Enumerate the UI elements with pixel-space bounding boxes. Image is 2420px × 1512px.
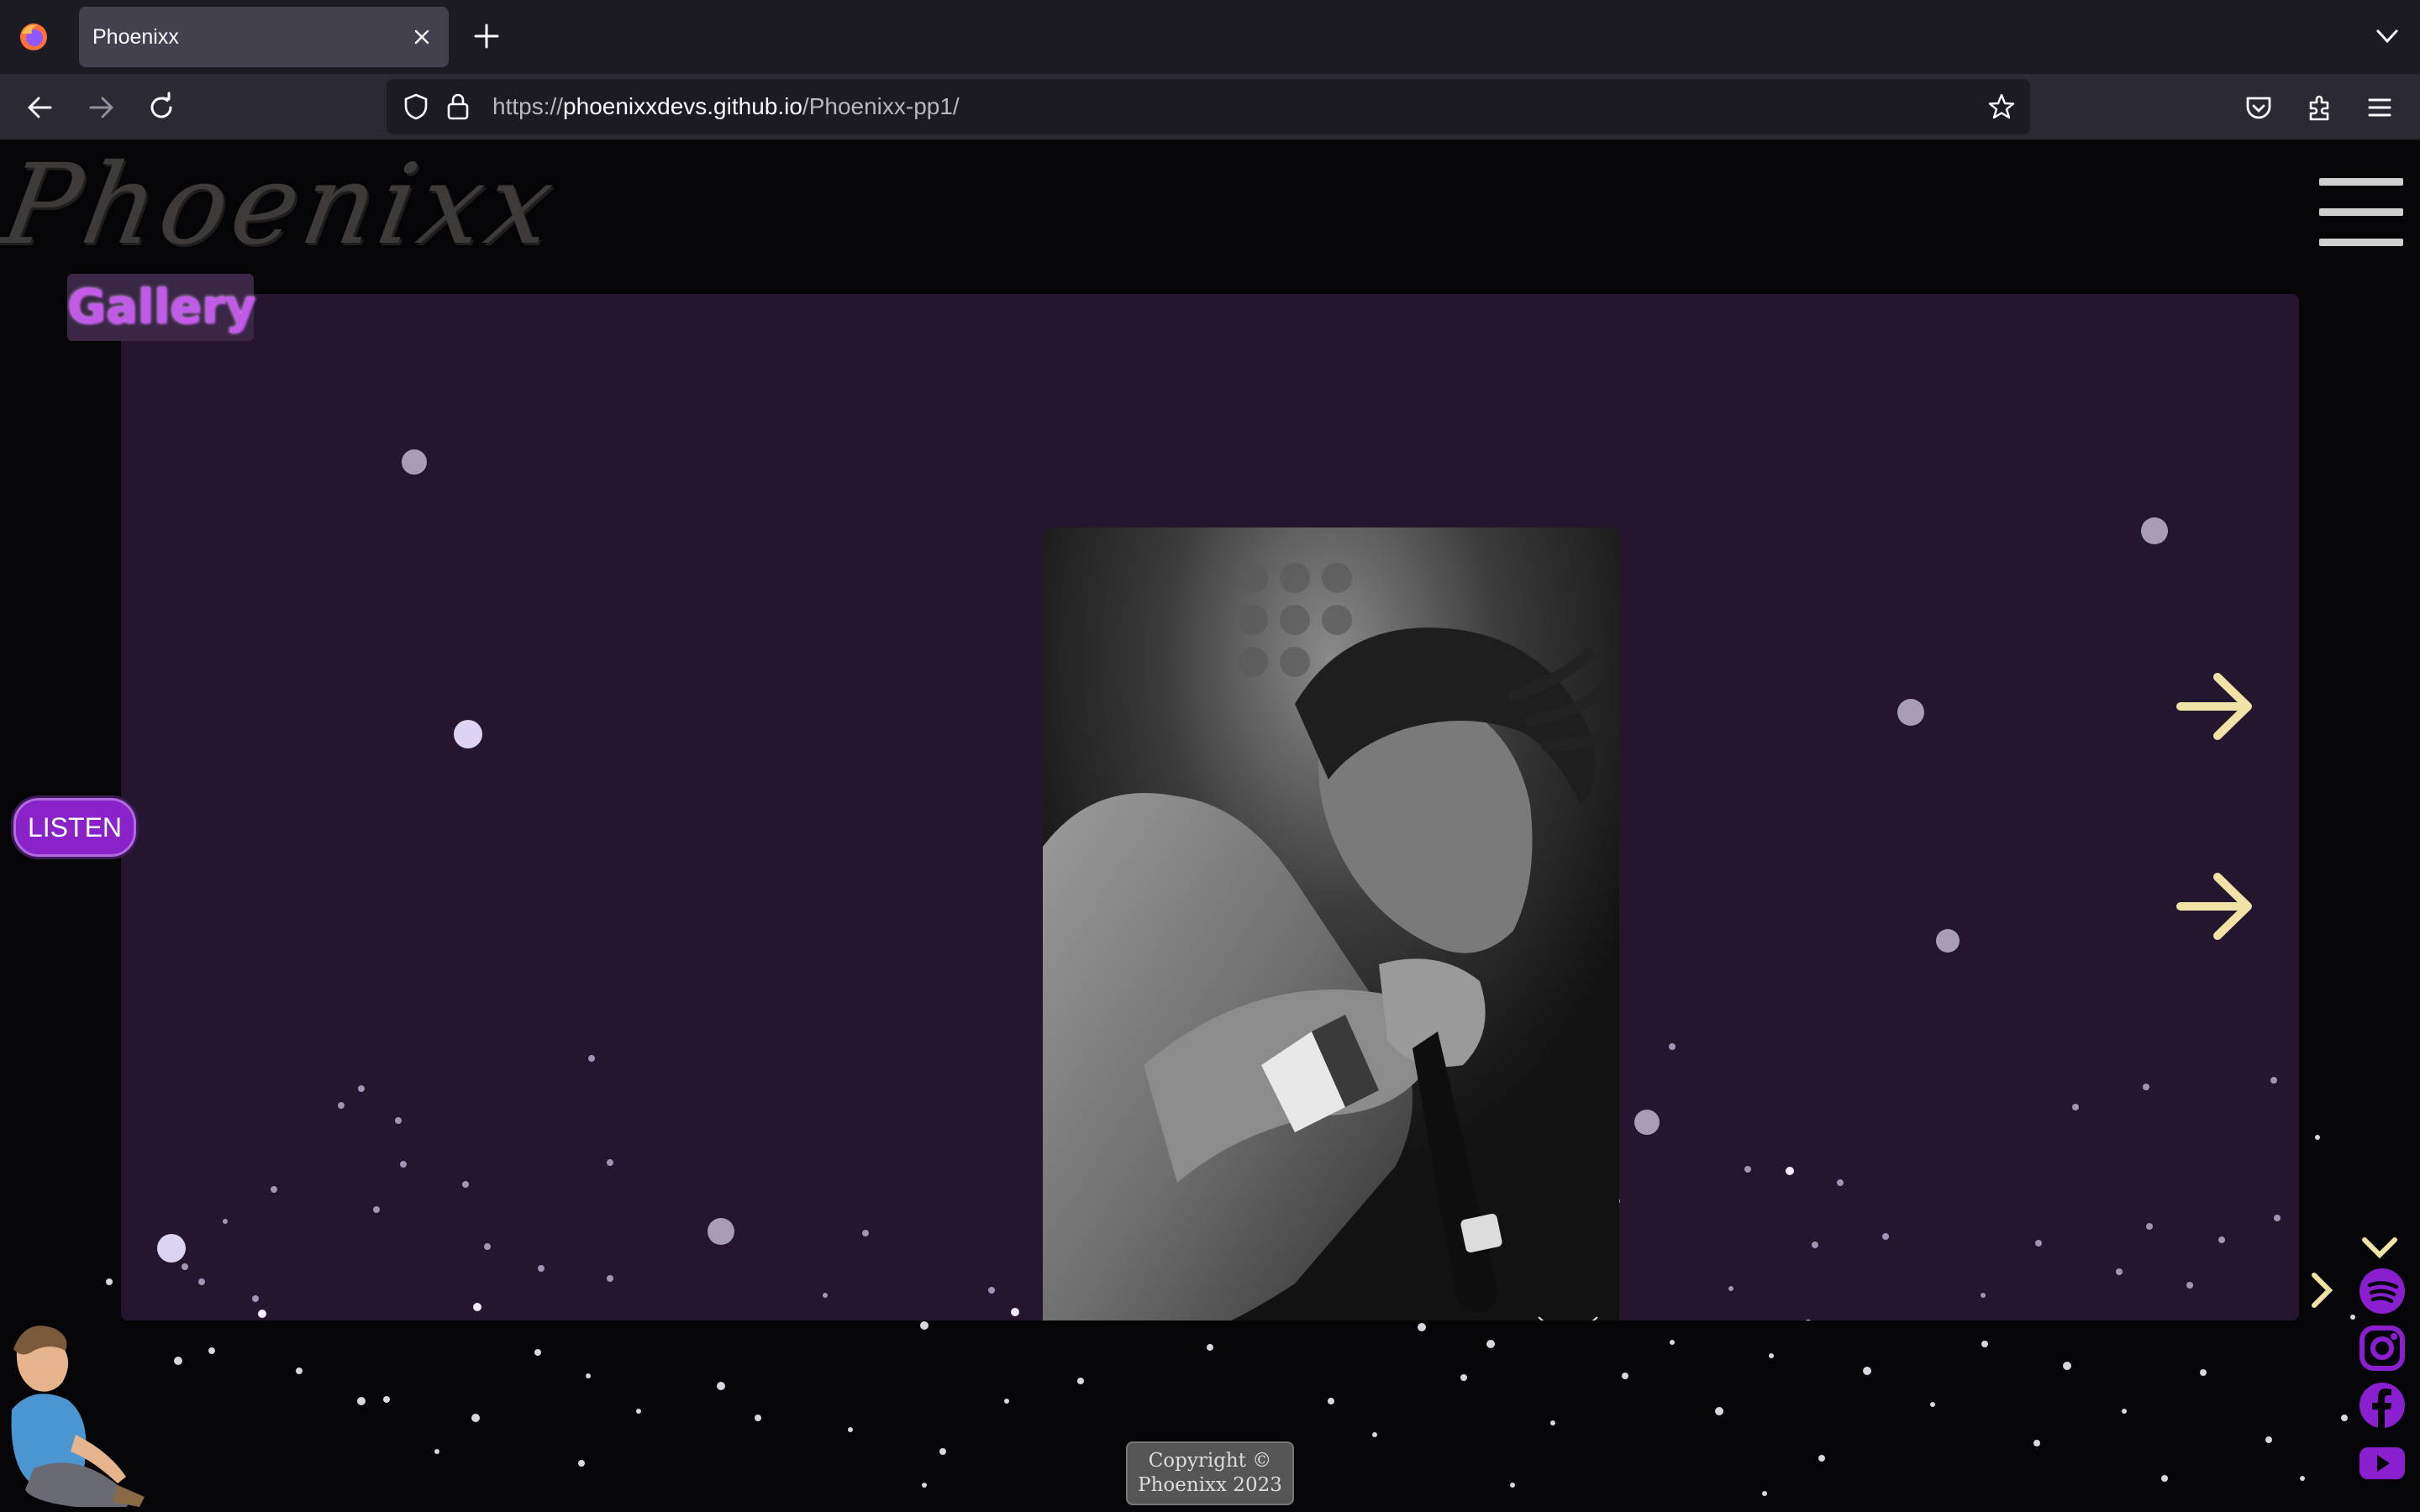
- next-arrow-icon[interactable]: [2175, 870, 2256, 942]
- close-tab-icon[interactable]: [410, 25, 434, 49]
- url-host: phoenixxdevs.github.io: [563, 93, 802, 119]
- facebook-icon[interactable]: [2358, 1381, 2407, 1430]
- bookmark-star-icon[interactable]: [1986, 92, 2017, 122]
- copyright-notice: Copyright © Phoenixx 2023: [1126, 1441, 1294, 1505]
- new-tab-icon[interactable]: [472, 22, 501, 50]
- firefox-icon[interactable]: [18, 22, 49, 52]
- browser-tab-active[interactable]: Phoenixx: [79, 7, 449, 67]
- site-logo[interactable]: Phoenixx: [0, 141, 567, 270]
- youtube-icon[interactable]: [2358, 1438, 2407, 1487]
- copyright-line-2: Phoenixx 2023: [1138, 1474, 1282, 1496]
- url-prefix: https://: [492, 93, 564, 119]
- url-path: /Phoenixx-pp1/: [802, 93, 960, 119]
- gallery-section-title: Gallery: [67, 274, 255, 341]
- listen-button[interactable]: LISTEN: [13, 798, 136, 857]
- chevron-right-icon[interactable]: [2309, 1270, 2336, 1310]
- copyright-line-1: Copyright ©: [1148, 1450, 1272, 1472]
- lock-icon[interactable]: [445, 92, 471, 121]
- gallery-photo[interactable]: A O M: [1043, 528, 1619, 1320]
- extensions-icon[interactable]: [2302, 91, 2336, 124]
- back-arrow-icon[interactable]: [24, 91, 57, 124]
- pocket-icon[interactable]: [2242, 91, 2275, 124]
- forward-arrow-icon[interactable]: [84, 91, 118, 124]
- sitting-character-illustration: [11, 1326, 145, 1507]
- gallery-panel: A O M: [121, 294, 2299, 1320]
- url-bar[interactable]: https://phoenixxdevs.github.io/Phoenixx-…: [387, 79, 2030, 134]
- chevron-down-icon[interactable]: [2360, 1235, 2400, 1260]
- hamburger-menu-icon[interactable]: [2319, 175, 2403, 255]
- tab-title: Phoenixx: [92, 25, 179, 49]
- reload-icon[interactable]: [145, 91, 178, 124]
- instagram-icon[interactable]: [2358, 1324, 2407, 1373]
- chevron-down-icon[interactable]: [2375, 25, 2400, 47]
- page-viewport: Phoenixx Gallery LISTEN Copyright © Phoe…: [0, 141, 2420, 1512]
- performer-photo-image: A O M: [1043, 528, 1619, 1320]
- browser-tab-bar: Phoenixx: [0, 0, 2420, 74]
- browser-nav-bar: https://phoenixxdevs.github.io/Phoenixx-…: [0, 74, 2420, 141]
- url-text[interactable]: https://phoenixxdevs.github.io/Phoenixx-…: [492, 79, 960, 134]
- next-arrow-icon[interactable]: [2175, 670, 2256, 743]
- tracking-shield-icon[interactable]: [402, 92, 430, 121]
- spotify-icon[interactable]: [2358, 1267, 2407, 1315]
- app-menu-icon[interactable]: [2363, 91, 2396, 124]
